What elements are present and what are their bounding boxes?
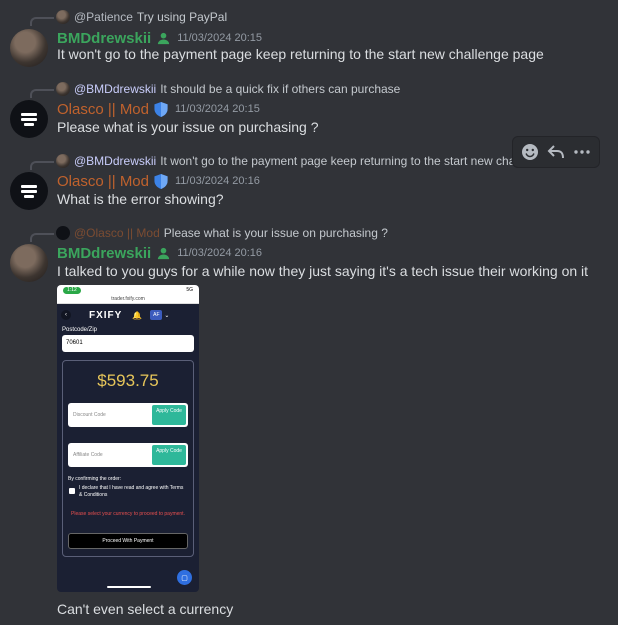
- phone-status-bar: 1:12 5G: [57, 285, 199, 295]
- shield-icon: [153, 101, 169, 117]
- logo-icon: [21, 183, 37, 200]
- price: $593.75: [97, 371, 159, 390]
- chevron-down-icon: ⌄: [164, 312, 170, 319]
- discount-field: Discount Code Apply Code: [68, 403, 188, 427]
- chat-bubble-icon: ▢: [177, 570, 192, 585]
- image-attachment[interactable]: 1:12 5G trader.fxify.com ‹ FXIFY 🔔 AF ⌄ …: [57, 285, 199, 592]
- more-icon[interactable]: [570, 140, 594, 164]
- affiliate-field: Affiliate Code Apply Code: [68, 443, 188, 467]
- back-icon: ‹: [61, 310, 71, 320]
- reply-avatar: [56, 82, 70, 96]
- message-header: BMDdrewskii 11/03/2024 20:15: [57, 28, 262, 48]
- logo-icon: [21, 111, 37, 128]
- username[interactable]: Olasco || Mod: [57, 173, 149, 190]
- timestamp: 11/03/2024 20:15: [177, 32, 263, 44]
- checkbox: [69, 488, 75, 494]
- username[interactable]: Olasco || Mod: [57, 101, 149, 118]
- reply-spine: [30, 17, 54, 26]
- role-badge-icon: [155, 30, 171, 46]
- message-text: It won't go to the payment page keep ret…: [57, 46, 544, 62]
- reply-spine: [30, 161, 54, 170]
- reply-spine: [30, 233, 54, 242]
- status-time: 1:12: [63, 286, 81, 294]
- shield-icon: [153, 173, 169, 189]
- bell-icon: 🔔: [132, 310, 143, 320]
- reply-avatar: [56, 10, 70, 24]
- signal-indicator: 5G: [186, 287, 193, 293]
- avatar[interactable]: [10, 172, 48, 210]
- confirm-heading: By confirming the order:: [68, 476, 122, 482]
- message-text: What is the error showing?: [57, 191, 224, 207]
- reply-text: It should be a quick fix if others can p…: [160, 82, 401, 96]
- reply-author: @Olasco || Mod: [74, 226, 160, 240]
- reply-preview[interactable]: @Olasco || Mod Please what is your issue…: [56, 224, 388, 242]
- message-header: Olasco || Mod 11/03/2024 20:16: [57, 171, 260, 191]
- timestamp: 11/03/2024 20:15: [175, 103, 260, 115]
- reply-avatar: [56, 226, 70, 240]
- message-text: Can't even select a currency: [57, 601, 234, 617]
- message-header: Olasco || Mod 11/03/2024 20:15: [57, 99, 260, 119]
- message-header: BMDdrewskii 11/03/2024 20:16: [57, 243, 262, 263]
- username[interactable]: BMDdrewskii: [57, 30, 151, 47]
- avatar[interactable]: [10, 100, 48, 138]
- reply-icon[interactable]: [544, 140, 568, 164]
- smile-icon[interactable]: [518, 140, 542, 164]
- browser-url: trader.fxify.com: [57, 295, 199, 304]
- checkout-card: $593.75 Discount Code Apply Code Affilia…: [62, 360, 194, 557]
- postcode-label: Postcode/Zip: [62, 327, 98, 333]
- reply-author: @Patience: [74, 10, 133, 24]
- apply-code-button: Apply Code: [152, 445, 186, 465]
- site-header: ‹ FXIFY 🔔 AF ⌄: [57, 304, 199, 326]
- message-text: Please what is your issue on purchasing …: [57, 119, 319, 135]
- role-badge-icon: [155, 245, 171, 261]
- site-logo: FXIFY: [89, 309, 123, 321]
- timestamp: 11/03/2024 20:16: [175, 175, 260, 187]
- avatar[interactable]: [10, 244, 48, 282]
- reply-preview[interactable]: @BMDdrewskii It won't go to the payment …: [56, 152, 577, 170]
- proceed-button: Proceed With Payment: [68, 533, 188, 549]
- reply-avatar: [56, 154, 70, 168]
- reply-spine: [30, 89, 54, 98]
- reply-preview[interactable]: @BMDdrewskii It should be a quick fix if…: [56, 80, 400, 98]
- reply-author: @BMDdrewskii: [74, 154, 157, 168]
- reply-text: Try using PayPal: [136, 10, 228, 24]
- discount-placeholder: Discount Code: [73, 412, 106, 418]
- affiliate-placeholder: Affiliate Code: [73, 452, 103, 458]
- postcode-field: 70601: [62, 335, 194, 352]
- timestamp: 11/03/2024 20:16: [177, 247, 263, 259]
- home-indicator: [107, 586, 151, 588]
- user-avatar: AF: [150, 310, 163, 320]
- apply-code-button: Apply Code: [152, 405, 186, 425]
- username[interactable]: BMDdrewskii: [57, 245, 151, 262]
- reply-preview[interactable]: @Patience Try using PayPal: [56, 8, 227, 26]
- reply-text: Please what is your issue on purchasing …: [163, 226, 388, 240]
- declare-text: I declare that I have read and agree wit…: [79, 485, 184, 498]
- message-text: I talked to you guys for a while now the…: [57, 263, 589, 279]
- error-text: Please select your currency to proceed t…: [71, 511, 185, 517]
- reply-author: @BMDdrewskii: [74, 82, 157, 96]
- message-actions-toolbar: [512, 136, 600, 168]
- avatar[interactable]: [10, 29, 48, 67]
